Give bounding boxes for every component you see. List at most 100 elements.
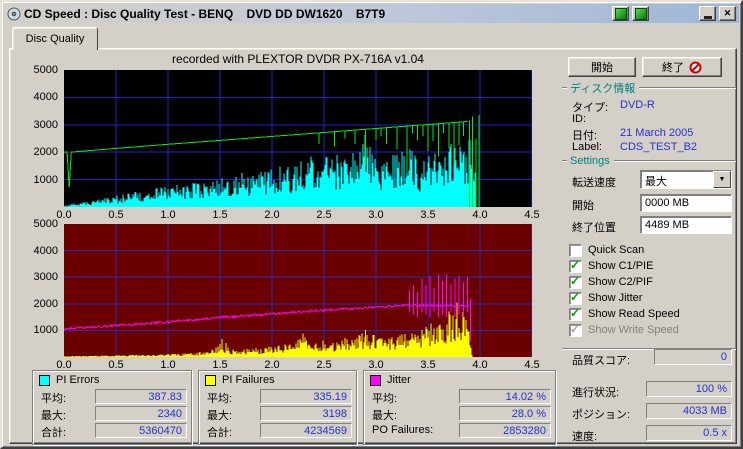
y-axis-label: 4000: [33, 91, 58, 104]
disc-info-section-header: ディスク情報: [562, 82, 736, 95]
stat-label: 合計:: [41, 427, 67, 439]
x-axis-label: 3.0: [368, 209, 384, 221]
jitter-panel: Jitter 平均: 14.02 % 最大: 28.0 % PO Failure…: [363, 370, 556, 445]
progress-label: 進行状況:: [572, 387, 620, 399]
pi-errors-swatch: [39, 374, 50, 386]
x-axis-label: 2.0: [264, 209, 280, 221]
y-axis-label: 2000: [33, 146, 58, 159]
checkbox-label: Show C1/PIE: [588, 260, 654, 272]
pi-errors-read-speed-chart: [64, 70, 532, 207]
y-axis-label: 3000: [33, 118, 58, 131]
stat-label: 平均:: [207, 393, 233, 405]
checkbox-icon[interactable]: [569, 243, 582, 257]
disc-label-value: CDS_TEST_B2: [620, 141, 698, 153]
y-axis-label: 4000: [33, 244, 58, 257]
settings-section-header: Settings: [562, 155, 736, 167]
jitter-header: Jitter: [370, 374, 411, 386]
checkbox-icon[interactable]: [569, 306, 582, 321]
pi-failures-title: PI Failures: [222, 374, 275, 386]
end-position-label: 終了位置: [572, 222, 616, 234]
transfer-speed-value: 最大: [645, 176, 667, 188]
stat-value: 2853280: [459, 423, 551, 438]
position-value: 4033 MB: [646, 403, 732, 419]
progress-value: 100 %: [646, 381, 732, 397]
speed-label: 速度:: [572, 431, 598, 443]
checkbox-icon: [569, 322, 582, 337]
x-axis-label: 4.5: [524, 209, 540, 221]
jitter-swatch: [370, 374, 381, 386]
y-axis-label: 5000: [33, 64, 58, 76]
transfer-speed-combobox[interactable]: 最大 ▼: [640, 170, 732, 189]
pi-failures-panel: PI Failures 平均: 335.19 最大: 3198 合計: 4234…: [198, 370, 357, 445]
cdspeed-window: CD Speed : Disc Quality Test - BENQ DVD …: [0, 0, 743, 449]
stop-icon: [689, 61, 702, 74]
checkbox-label: Show Jitter: [588, 292, 643, 304]
x-axis-label: 1.0: [160, 209, 176, 221]
stat-value: 14.02 %: [459, 389, 551, 404]
stat-value: 2340: [95, 406, 187, 421]
combo-dropdown-button[interactable]: ▼: [713, 171, 731, 188]
stat-label: 最大:: [207, 410, 233, 422]
stat-label: 最大:: [41, 410, 67, 422]
pi-failures-header: PI Failures: [205, 374, 275, 386]
recorded-note: recorded with PLEXTOR DVDR PX-716A v1.04: [172, 52, 424, 66]
x-axis-label: 2.5: [316, 209, 332, 221]
y-axis-label: 5000: [33, 218, 58, 230]
divider: [639, 87, 736, 89]
pi-failures-swatch: [205, 374, 216, 386]
checkbox-icon[interactable]: [569, 290, 582, 305]
transfer-speed-label: 転送速度: [572, 177, 616, 189]
quality-score-label: 品質スコア:: [572, 355, 631, 367]
disc-info-header-label: ディスク情報: [570, 83, 636, 95]
end-position-input[interactable]: 4489 MB: [640, 216, 732, 234]
exit-button[interactable]: 終了: [642, 57, 722, 77]
stat-label: PO Failures:: [372, 424, 434, 436]
x-axis-label: 0.5: [108, 209, 124, 221]
stat-value: 387.83: [95, 389, 187, 404]
checkbox-quick-scan[interactable]: Quick Scan: [569, 243, 644, 257]
checkbox-show-read-speed[interactable]: Show Read Speed: [569, 306, 680, 321]
y-axis-label: 2000: [33, 297, 58, 310]
checkbox-show-c2-pif[interactable]: Show C2/PIF: [569, 274, 653, 289]
checkbox-show-c1-pie[interactable]: Show C1/PIE: [569, 258, 654, 273]
x-axis-label: 4.0: [472, 209, 488, 221]
exit-button-label: 終了: [662, 62, 684, 74]
pi-errors-panel: PI Errors 平均: 387.83 最大: 2340 合計: 536047…: [32, 370, 192, 445]
quality-score-value: 0: [654, 349, 732, 365]
checkbox-label: Show Write Speed: [588, 324, 679, 336]
disc-date-value: 21 March 2005: [620, 127, 694, 139]
y-axis-label: 3000: [33, 271, 58, 284]
divider: [613, 160, 736, 162]
checkbox-show-jitter[interactable]: Show Jitter: [569, 290, 643, 305]
stat-value: 3198: [260, 406, 352, 421]
stat-label: 合計:: [207, 427, 233, 439]
settings-header-label: Settings: [570, 155, 610, 167]
chevron-down-icon: ▼: [718, 176, 726, 183]
pi-errors-header: PI Errors: [39, 374, 99, 386]
y-axis-label: 1000: [33, 324, 58, 337]
checkbox-icon[interactable]: [569, 258, 582, 273]
start-button-label: 開始: [591, 62, 613, 74]
pi-errors-title: PI Errors: [56, 374, 100, 386]
stat-label: 平均:: [372, 393, 398, 405]
disc-type-value: DVD-R: [620, 99, 655, 111]
stat-value: 4234569: [260, 423, 352, 438]
checkbox-icon[interactable]: [569, 274, 582, 289]
x-axis-label: 1.5: [212, 209, 228, 221]
position-label: ポジション:: [572, 409, 631, 421]
stat-value: 5360470: [95, 423, 187, 438]
pi-failures-jitter-chart: [64, 224, 532, 357]
stat-label: 最大:: [372, 410, 398, 422]
stat-label: 平均:: [41, 393, 67, 405]
tab-disc-quality[interactable]: Disc Quality: [12, 27, 98, 50]
checkbox-label: Show C2/PIF: [588, 276, 653, 288]
checkbox-label: Show Read Speed: [588, 308, 680, 320]
stat-value: 28.0 %: [459, 406, 551, 421]
jitter-title: Jitter: [387, 374, 411, 386]
speed-value: 0.5 x: [646, 425, 732, 441]
checkbox-show-write-speed: Show Write Speed: [569, 322, 679, 337]
start-button[interactable]: 開始: [568, 57, 636, 77]
start-position-input[interactable]: 0000 MB: [640, 194, 732, 212]
stat-value: 335.19: [260, 389, 352, 404]
start-position-label: 開始: [572, 200, 594, 212]
